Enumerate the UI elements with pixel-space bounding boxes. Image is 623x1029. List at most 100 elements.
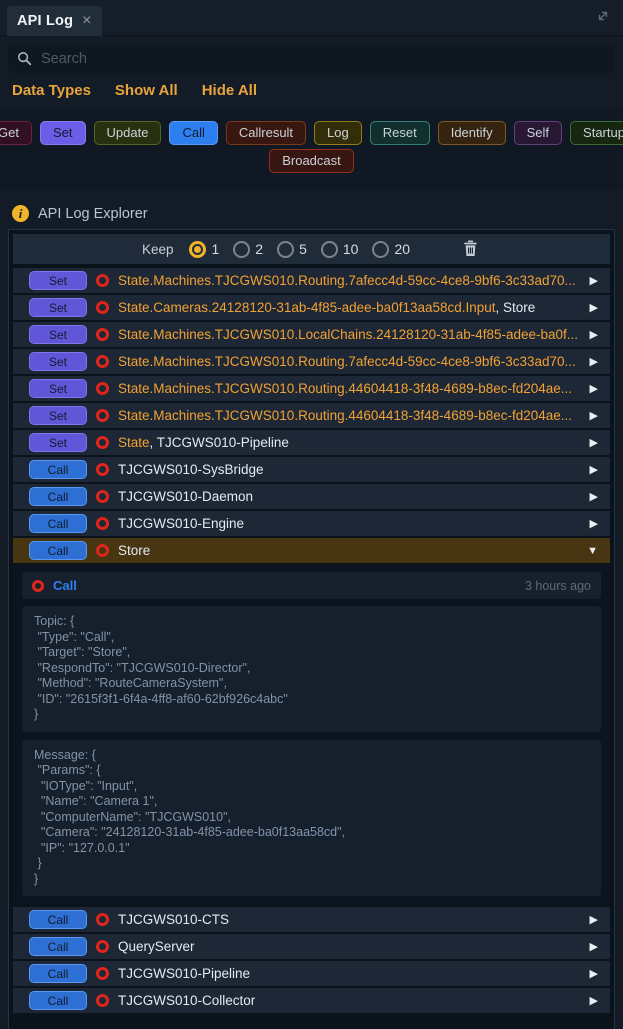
status-ring-icon xyxy=(96,409,109,422)
filter-callresult-button[interactable]: Callresult xyxy=(226,121,306,145)
search-input[interactable] xyxy=(41,51,606,67)
expand-icon[interactable]: ▶ xyxy=(582,940,598,953)
status-ring-icon xyxy=(96,436,109,449)
expand-icon[interactable]: ▶ xyxy=(582,517,598,530)
expand-icon[interactable]: ▶ xyxy=(582,994,598,1007)
row-topic: State.Machines.TJCGWS010.Routing.7afecc4… xyxy=(118,354,576,369)
log-row[interactable]: Call TJCGWS010-Engine ▶ xyxy=(13,511,610,536)
log-row[interactable]: Set State.Machines.TJCGWS010.LocalChains… xyxy=(13,322,610,347)
expand-icon[interactable]: ▶ xyxy=(582,463,598,476)
show-all-link[interactable]: Show All xyxy=(115,82,178,99)
status-ring-icon xyxy=(96,274,109,287)
tab-bar: API Log × xyxy=(0,0,623,36)
log-row[interactable]: Call TJCGWS010-CTS ▶ xyxy=(13,907,610,932)
expand-icon[interactable]: ▶ xyxy=(582,382,598,395)
status-ring-icon xyxy=(96,490,109,503)
row-badge-set: Set xyxy=(29,325,87,344)
expand-icon[interactable]: ▶ xyxy=(582,436,598,449)
log-row[interactable]: Call TJCGWS010-Pipeline ▶ xyxy=(13,961,610,986)
status-ring-icon xyxy=(96,355,109,368)
expand-icon[interactable]: ▶ xyxy=(582,967,598,980)
filter-set-button[interactable]: Set xyxy=(40,121,86,145)
expand-icon[interactable]: ▶ xyxy=(582,328,598,341)
log-row[interactable]: Set State.Machines.TJCGWS010.Routing.446… xyxy=(13,403,610,428)
expand-icon[interactable]: ▶ xyxy=(582,409,598,422)
log-row[interactable]: Set State, TJCGWS010-Pipeline ▶ xyxy=(13,430,610,455)
status-ring-icon xyxy=(96,544,109,557)
row-target: TJCGWS010-Daemon xyxy=(118,489,253,504)
log-row[interactable]: Set State.Machines.TJCGWS010.Routing.7af… xyxy=(13,268,610,293)
status-ring-icon xyxy=(96,913,109,926)
tab-api-log[interactable]: API Log × xyxy=(7,6,102,36)
filter-identify-button[interactable]: Identify xyxy=(438,121,506,145)
trash-icon xyxy=(462,239,479,257)
row-target: Store xyxy=(118,543,150,558)
log-row[interactable]: Call TJCGWS010-Collector ▶ xyxy=(13,988,610,1013)
explorer-header: i API Log Explorer xyxy=(12,205,611,222)
expand-icon[interactable]: ▶ xyxy=(582,913,598,926)
row-target: TJCGWS010-Pipeline xyxy=(118,966,250,981)
radio-selected-icon[interactable] xyxy=(189,241,206,258)
log-row-selected[interactable]: Call Store ▼ xyxy=(13,538,610,563)
filter-reset-button[interactable]: Reset xyxy=(370,121,430,145)
log-row[interactable]: Call TJCGWS010-SysBridge ▶ xyxy=(13,457,610,482)
keep-radio-5[interactable]: 5 xyxy=(277,241,307,258)
tab-title: API Log xyxy=(17,13,73,29)
expand-window-icon[interactable] xyxy=(595,8,611,24)
row-badge-call: Call xyxy=(29,991,87,1010)
keep-radio-10[interactable]: 10 xyxy=(321,241,359,258)
api-log-explorer: Keep 1 2 5 10 20 xyxy=(8,229,615,1029)
collapse-icon[interactable]: ▼ xyxy=(579,545,598,557)
filter-get-button[interactable]: Get xyxy=(0,121,32,145)
row-badge-call: Call xyxy=(29,460,87,479)
log-detail: Call 3 hours ago Topic: { "Type": "Call"… xyxy=(13,565,610,905)
row-badge-call: Call xyxy=(29,910,87,929)
detail-message-json: Message: { "Params": { "IOType": "Input"… xyxy=(22,740,601,897)
filter-log-button[interactable]: Log xyxy=(314,121,362,145)
row-badge-set: Set xyxy=(29,298,87,317)
status-ring-icon xyxy=(96,517,109,530)
row-badge-set: Set xyxy=(29,379,87,398)
info-icon: i xyxy=(12,205,29,222)
status-ring-icon xyxy=(96,301,109,314)
log-row[interactable]: Set State.Machines.TJCGWS010.Routing.446… xyxy=(13,376,610,401)
data-types-link[interactable]: Data Types xyxy=(12,82,91,99)
radio-icon[interactable] xyxy=(277,241,294,258)
expand-icon[interactable]: ▶ xyxy=(582,490,598,503)
row-badge-set: Set xyxy=(29,406,87,425)
close-icon[interactable]: × xyxy=(82,13,91,29)
log-row[interactable]: Set State.Machines.TJCGWS010.Routing.7af… xyxy=(13,349,610,374)
filter-update-button[interactable]: Update xyxy=(94,121,162,145)
keep-radio-2[interactable]: 2 xyxy=(233,241,263,258)
row-topic: State xyxy=(118,435,150,450)
expand-icon[interactable]: ▶ xyxy=(582,355,598,368)
search-bar xyxy=(8,44,615,73)
log-row[interactable]: Call QueryServer ▶ xyxy=(13,934,610,959)
row-badge-set: Set xyxy=(29,271,87,290)
filter-links: Data Types Show All Hide All xyxy=(0,73,623,106)
detail-header: Call 3 hours ago xyxy=(22,572,601,599)
radio-icon[interactable] xyxy=(233,241,250,258)
log-row[interactable]: Call TJCGWS010-Daemon ▶ xyxy=(13,484,610,509)
status-ring-icon xyxy=(96,463,109,476)
log-row[interactable]: Set State.Cameras.24128120-31ab-4f85-ade… xyxy=(13,295,610,320)
keep-radio-20[interactable]: 20 xyxy=(372,241,410,258)
row-badge-call: Call xyxy=(29,514,87,533)
keep-label: Keep xyxy=(142,242,174,257)
row-topic: State.Machines.TJCGWS010.Routing.7afecc4… xyxy=(118,273,576,288)
filter-broadcast-button[interactable]: Broadcast xyxy=(269,149,354,173)
hide-all-link[interactable]: Hide All xyxy=(202,82,257,99)
clear-log-button[interactable] xyxy=(460,237,481,262)
status-ring-icon xyxy=(96,328,109,341)
expand-icon[interactable]: ▶ xyxy=(582,301,598,314)
row-target: QueryServer xyxy=(118,939,195,954)
filter-self-button[interactable]: Self xyxy=(514,121,562,145)
radio-icon[interactable] xyxy=(372,241,389,258)
expand-icon[interactable]: ▶ xyxy=(582,274,598,287)
filter-startup-button[interactable]: Startup xyxy=(570,121,623,145)
filter-call-button[interactable]: Call xyxy=(169,121,217,145)
keep-radio-1[interactable]: 1 xyxy=(189,241,219,258)
radio-icon[interactable] xyxy=(321,241,338,258)
api-log-panel: API Log × Data Types Show All Hide All G… xyxy=(0,0,623,1029)
row-target: , Store xyxy=(496,300,536,315)
